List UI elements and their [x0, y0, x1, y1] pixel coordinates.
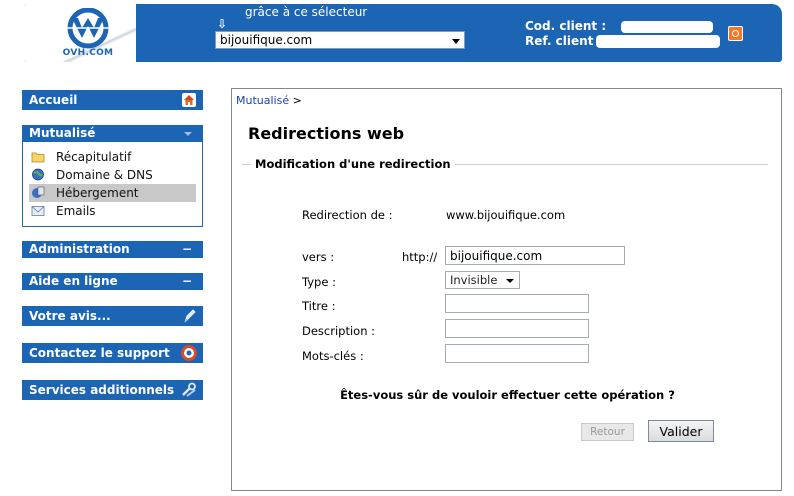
title-label: Titre : [302, 299, 336, 313]
selector-caption: grâce à ce sélecteur [245, 5, 368, 19]
nav-online-help-label: Aide en ligne [29, 274, 118, 288]
nav-feedback[interactable]: Votre avis... [22, 306, 203, 326]
nav-shared-hosting-label: Mutualisé [29, 126, 96, 140]
tools-icon [182, 382, 196, 397]
sidebar-item-hosting[interactable]: Hébergement [29, 184, 196, 202]
nav-contact-support-label: Contactez le support [29, 346, 170, 360]
nav-online-help[interactable]: Aide en ligne − [22, 273, 203, 290]
nav-contact-support[interactable]: Contactez le support [22, 343, 203, 363]
nav-feedback-label: Votre avis... [29, 309, 111, 323]
server-icon [32, 186, 45, 198]
nav-administration[interactable]: Administration − [22, 241, 203, 258]
domain-selector-value: bijouifique.com [220, 33, 313, 47]
ovh-logo-icon [66, 7, 110, 49]
lifebuoy-icon [181, 345, 197, 361]
breadcrumb: Mutualisé > [236, 94, 302, 107]
home-icon [182, 93, 196, 107]
redirect-to-label: vers : [302, 250, 335, 264]
main-panel: Mutualisé > Redirections web Modificatio… [231, 88, 782, 491]
type-select[interactable]: Invisible [445, 271, 520, 289]
globe-icon [32, 168, 44, 181]
nav-shared-hosting[interactable]: Mutualisé [22, 125, 203, 142]
nav-extra-services-label: Services additionnels [29, 383, 175, 397]
keywords-input[interactable] [445, 344, 589, 363]
pen-icon [184, 309, 196, 323]
header-bar: OVH.COM ⇩ grâce à ce sélecteur bijouifiq… [24, 4, 782, 62]
redirect-from-value: www.bijouifique.com [446, 208, 566, 222]
description-input[interactable] [445, 319, 589, 338]
nav-home[interactable]: Accueil [22, 90, 203, 110]
type-select-value: Invisible [450, 273, 498, 287]
redacted-client-ref [596, 35, 720, 48]
confirmation-question: Êtes-vous sûr de vouloir effectuer cette… [340, 388, 675, 402]
type-label: Type : [302, 275, 336, 289]
client-ref-label: Ref. client [525, 34, 594, 48]
sidebar-item-summary[interactable]: Récapitulatif [29, 148, 196, 166]
sidebar-item-domain-dns[interactable]: Domaine & DNS [29, 166, 196, 184]
client-info: Cod. client : Ref. client [525, 19, 606, 49]
keywords-label: Mots-clés : [302, 349, 364, 363]
breadcrumb-link-shared-hosting[interactable]: Mutualisé [236, 94, 289, 107]
envelope-icon [31, 206, 45, 216]
redirect-from-label: Redirection de : [302, 208, 393, 222]
nav-administration-label: Administration [29, 242, 130, 256]
logout-button[interactable] [728, 26, 743, 41]
domain-selector[interactable]: bijouifique.com [215, 31, 465, 49]
nav-home-label: Accueil [29, 93, 78, 107]
client-code-label: Cod. client : [525, 19, 607, 33]
nav-extra-services[interactable]: Services additionnels [22, 380, 203, 400]
breadcrumb-separator: > [292, 94, 302, 107]
title-input[interactable] [445, 294, 589, 313]
section-title: Modification d'une redirection [251, 157, 455, 171]
submit-button[interactable]: Valider [648, 420, 714, 442]
redacted-client-code [621, 21, 713, 33]
back-button[interactable]: Retour [581, 423, 634, 441]
minus-icon: − [181, 242, 192, 256]
folder-icon [31, 152, 45, 163]
logo-text: OVH.COM [62, 48, 114, 58]
chevron-down-icon [184, 132, 192, 136]
shared-hosting-submenu: Récapitulatif Domaine & DNS Hébergement … [22, 142, 203, 227]
sidebar-item-emails[interactable]: Emails [29, 202, 196, 220]
down-arrow-icon: ⇩ [217, 17, 228, 31]
redirect-target-input[interactable] [445, 246, 625, 265]
chevron-down-icon [506, 279, 514, 283]
chevron-down-icon [452, 39, 460, 44]
description-label: Description : [302, 324, 376, 338]
http-prefix: http:// [402, 250, 438, 264]
page-title: Redirections web [248, 124, 405, 143]
ovh-logo[interactable]: OVH.COM [58, 7, 118, 62]
minus-icon: − [181, 274, 192, 288]
